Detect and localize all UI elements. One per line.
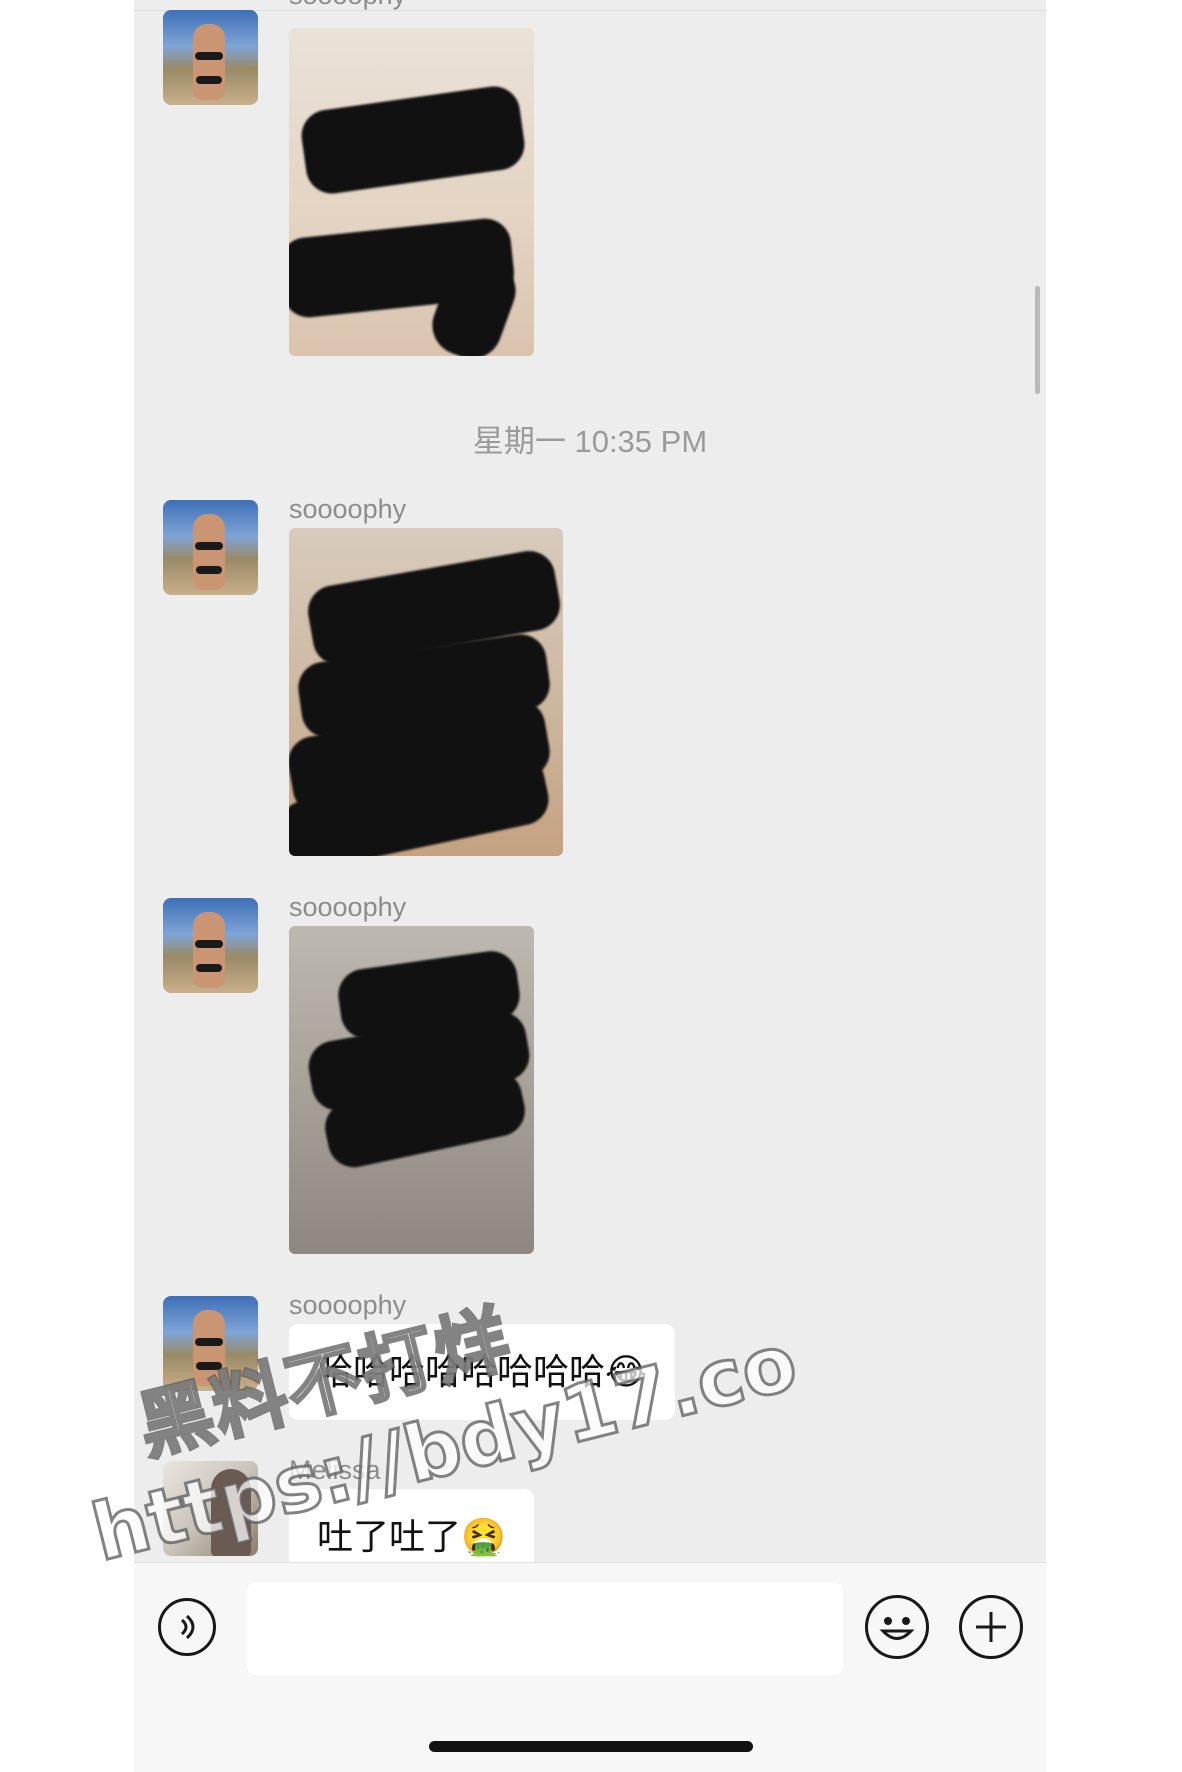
- message-input[interactable]: [247, 1583, 843, 1675]
- sender-name: soooophy: [289, 494, 407, 524]
- scrollbar[interactable]: [1035, 286, 1040, 394]
- sender-name: soooophy: [289, 892, 407, 922]
- message-timestamp: 星期一 10:35 PM: [472, 424, 708, 459]
- image-message[interactable]: [289, 926, 534, 1254]
- top-divider: [134, 10, 1046, 11]
- home-indicator[interactable]: [429, 1741, 753, 1752]
- sender-name: soooophy: [289, 1290, 407, 1320]
- image-message[interactable]: [289, 28, 534, 356]
- avatar[interactable]: [163, 10, 258, 105]
- avatar[interactable]: [163, 500, 258, 595]
- input-bar: [134, 1562, 1046, 1772]
- voice-icon[interactable]: [158, 1598, 216, 1656]
- image-message[interactable]: [289, 528, 563, 856]
- avatar[interactable]: [163, 1296, 258, 1391]
- text-bubble[interactable]: 哈哈哈哈哈哈哈哈😂: [289, 1324, 676, 1420]
- sender-name: Melissa: [289, 1455, 381, 1485]
- plus-icon[interactable]: [959, 1595, 1023, 1659]
- emoji-icon[interactable]: [865, 1595, 929, 1659]
- avatar[interactable]: [163, 1461, 258, 1556]
- sender-name: soooophy: [289, 0, 406, 11]
- avatar[interactable]: [163, 898, 258, 993]
- chat-screen: soooophy 星期一 10:35 PM soooophy soooophy: [134, 0, 1046, 1772]
